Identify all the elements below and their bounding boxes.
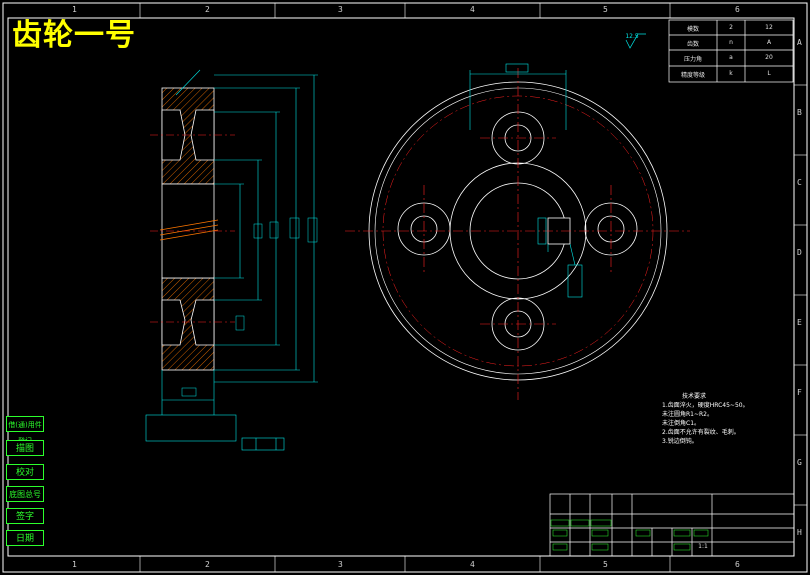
technical-notes-title: 技术要求 bbox=[682, 393, 707, 400]
roughness-value: 12.5 bbox=[625, 33, 639, 40]
side-label-trace: 描图 bbox=[6, 440, 44, 456]
side-label-shared: 借(通)用件登记 bbox=[6, 416, 44, 445]
param-sym-3: k bbox=[729, 70, 733, 77]
zone-side-g: G bbox=[797, 458, 802, 467]
param-sym-2: a bbox=[729, 54, 733, 61]
zone-bottom-5: 5 bbox=[603, 560, 608, 569]
gear-front-view bbox=[345, 63, 690, 400]
param-val-0: 12 bbox=[765, 24, 773, 31]
technical-notes: 技术要求 1.齿面淬火，硬度HRC45~50。 未注圆角R1~R2。 未注倒角C… bbox=[662, 392, 749, 446]
param-val-1: A bbox=[766, 39, 772, 46]
side-label-base: 底图总号 bbox=[6, 486, 44, 502]
zone-bottom-6: 6 bbox=[735, 560, 740, 569]
tech-note-2: 未注倒角C1。 bbox=[662, 420, 701, 427]
zone-side-b: B bbox=[797, 108, 802, 117]
zone-bottom-2: 2 bbox=[205, 560, 210, 569]
gear-section-view bbox=[145, 69, 318, 451]
gear-drawing-canvas bbox=[2, 2, 808, 573]
zone-top-2: 2 bbox=[205, 5, 210, 14]
side-label-check: 校对 bbox=[6, 464, 44, 480]
side-label-date: 日期 bbox=[6, 530, 44, 546]
zone-top-1: 1 bbox=[72, 5, 77, 14]
zone-bottom-4: 4 bbox=[470, 560, 475, 569]
inner-frame bbox=[7, 17, 795, 557]
zone-side-a: A bbox=[797, 38, 802, 47]
zone-top-6: 6 bbox=[735, 5, 740, 14]
tech-note-4: 3.锐边倒钝。 bbox=[662, 438, 698, 445]
zone-bottom-1: 1 bbox=[72, 560, 77, 569]
zone-side-e: E bbox=[797, 318, 802, 327]
zone-bottom-3: 3 bbox=[338, 560, 343, 569]
zone-ticks bbox=[139, 3, 807, 572]
side-label-sign: 签字 bbox=[6, 508, 44, 524]
zone-side-c: C bbox=[797, 178, 802, 187]
zone-top-5: 5 bbox=[603, 5, 608, 14]
tech-note-3: 2.齿面不允许有裂纹、毛刺。 bbox=[662, 429, 740, 436]
param-sym-1: n bbox=[729, 39, 733, 46]
outer-frame bbox=[2, 2, 808, 573]
zone-top-4: 4 bbox=[470, 5, 475, 14]
param-name-2: 压力角 bbox=[683, 56, 702, 63]
zone-side-d: D bbox=[797, 248, 802, 257]
tech-note-1: 未注圆角R1~R2。 bbox=[662, 411, 714, 418]
title-block-scale: 1:1 bbox=[698, 543, 708, 550]
param-name-1: 齿数 bbox=[686, 41, 699, 48]
tech-note-0: 1.齿面淬火，硬度HRC45~50。 bbox=[662, 402, 749, 409]
param-name-3: 精度等级 bbox=[680, 72, 705, 79]
drawing-title: 齿轮一号 bbox=[12, 18, 136, 53]
zone-top-3: 3 bbox=[338, 5, 343, 14]
zone-side-h: H bbox=[797, 528, 802, 537]
param-sym-0: 2 bbox=[729, 24, 733, 31]
param-val-2: 20 bbox=[765, 54, 773, 61]
title-block bbox=[549, 493, 795, 557]
param-val-3: L bbox=[767, 70, 771, 77]
param-name-0: 模数 bbox=[686, 26, 699, 33]
zone-side-f: F bbox=[797, 388, 802, 397]
